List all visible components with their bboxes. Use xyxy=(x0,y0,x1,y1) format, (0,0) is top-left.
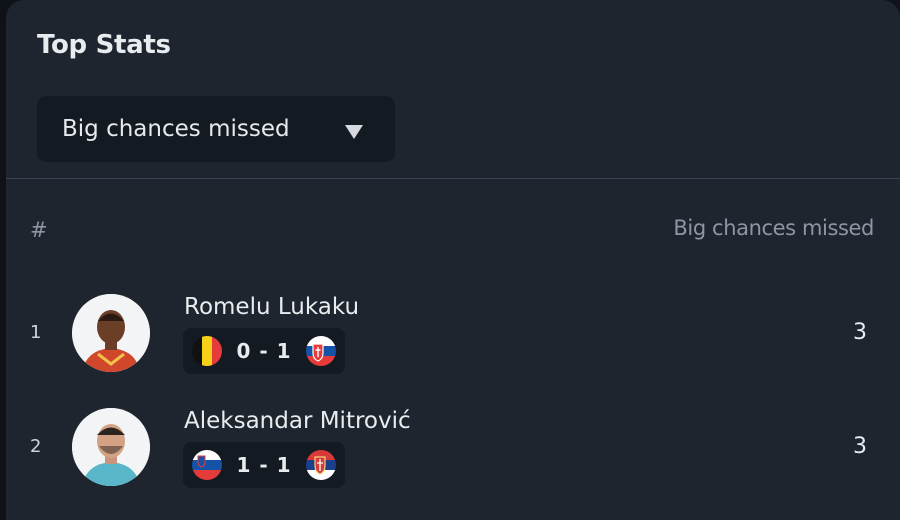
stat-value: 3 xyxy=(853,320,867,345)
divider xyxy=(6,178,900,179)
slovenia-flag-icon xyxy=(192,450,222,480)
row-rank: 1 xyxy=(30,322,42,343)
match-chip[interactable]: 1 - 1 xyxy=(183,442,345,488)
match-score: 0 - 1 xyxy=(236,339,292,363)
caret-down-icon xyxy=(345,125,363,139)
stat-value: 3 xyxy=(853,434,867,459)
match-chip[interactable]: 0 - 1 xyxy=(183,328,345,374)
dropdown-selected-label: Big chances missed xyxy=(62,116,290,142)
slovakia-flag-icon xyxy=(306,336,336,366)
top-stats-card: Top Stats Big chances missed # Big chanc… xyxy=(6,0,900,520)
player-avatar[interactable] xyxy=(72,294,150,372)
stat-column-header: Big chances missed xyxy=(673,216,874,240)
match-score: 1 - 1 xyxy=(236,453,292,477)
player-name[interactable]: Romelu Lukaku xyxy=(184,294,359,320)
belgium-flag-icon xyxy=(192,336,222,366)
rank-column-header: # xyxy=(30,218,48,242)
serbia-flag-icon xyxy=(306,450,336,480)
player-name[interactable]: Aleksandar Mitrović xyxy=(184,408,411,434)
card-title: Top Stats xyxy=(37,30,171,60)
stat-type-dropdown[interactable]: Big chances missed xyxy=(37,96,395,162)
table-row[interactable]: 1 Romelu Lukaku 0 - 1 3 xyxy=(6,282,900,382)
table-row[interactable]: 2 Aleksandar Mitrović 1 - 1 3 xyxy=(6,396,900,496)
player-avatar[interactable] xyxy=(72,408,150,486)
row-rank: 2 xyxy=(30,436,42,457)
